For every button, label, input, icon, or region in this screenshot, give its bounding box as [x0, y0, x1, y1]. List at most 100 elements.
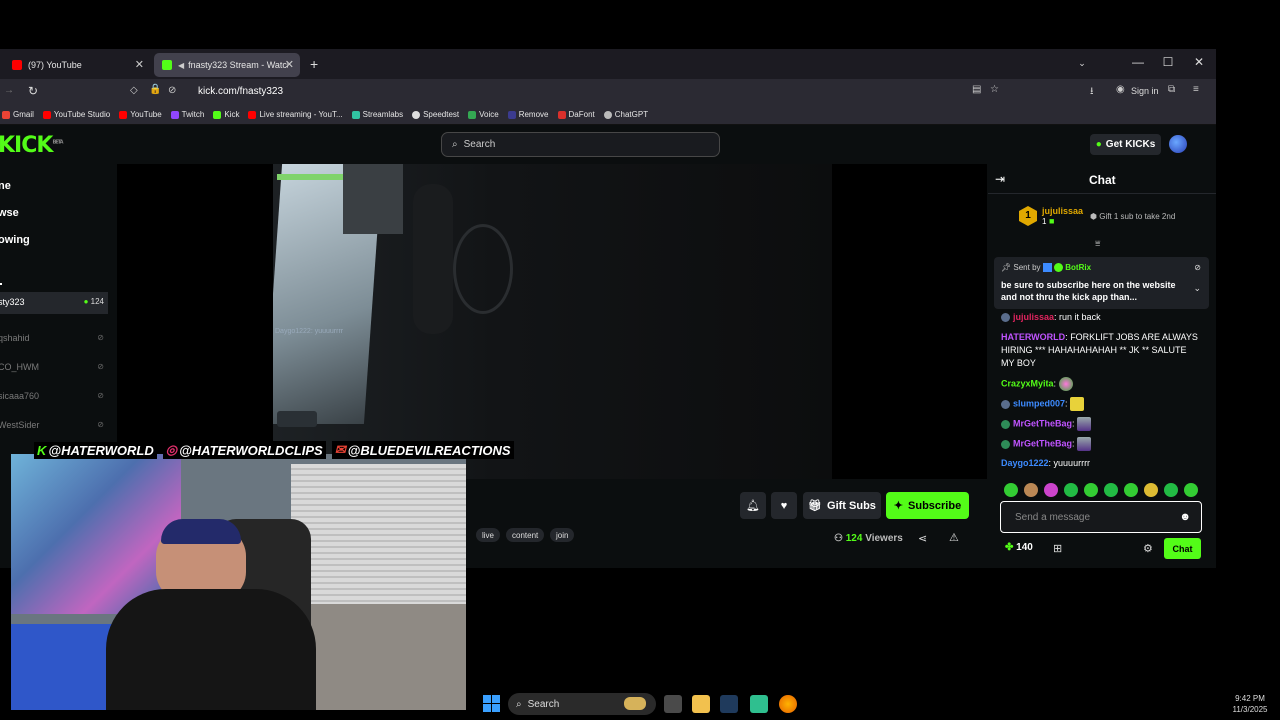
top-gifter[interactable]: jujulissaa 1 ■	[1042, 206, 1083, 226]
mail-icon: ✉	[334, 442, 346, 457]
emote-icon[interactable]	[1004, 483, 1018, 497]
app-icon[interactable]	[750, 695, 768, 713]
maximize-button[interactable]: ☐	[1158, 55, 1178, 69]
bookmark-kick[interactable]: Kick	[213, 110, 239, 119]
list-tabs-icon[interactable]: ⌄	[1072, 58, 1092, 69]
collapse-chat-icon[interactable]: ⇥	[995, 172, 1005, 186]
pinned-text: be sure to subscribe here on the website…	[1001, 280, 1176, 302]
channel-item[interactable]: WestSider ⊘	[0, 420, 108, 430]
settings-gear-icon[interactable]: ⚙	[1143, 542, 1153, 555]
unpin-icon[interactable]: ⊘	[1194, 263, 1201, 272]
forward-icon[interactable]: →	[4, 85, 14, 96]
app-icon[interactable]	[720, 695, 738, 713]
bookmark-live-streaming[interactable]: Live streaming - YouT...	[248, 110, 343, 119]
tag-content[interactable]: content	[506, 528, 545, 542]
follow-button[interactable]: ♥	[771, 492, 797, 519]
bookmark-youtube[interactable]: YouTube	[119, 110, 162, 119]
sub-icon: ■	[1048, 216, 1055, 226]
firefox-icon[interactable]	[779, 695, 797, 713]
download-icon[interactable]: ⭳	[1090, 84, 1094, 101]
tab-fnasty323[interactable]: ◀ fnasty323 Stream - Watch l ✕	[154, 53, 300, 77]
send-chat-button[interactable]: Chat	[1164, 538, 1201, 559]
close-window-button[interactable]: ✕	[1189, 55, 1209, 69]
channel-item-fnasty323[interactable]: sty323 ● 124	[0, 292, 108, 314]
kicks-balance[interactable]: ✤ 140	[1005, 542, 1033, 553]
social-handles-banner: K @HATERWORLD ◎ @HATERWORLDCLIPS ✉ @BLUEDEV…	[34, 439, 514, 461]
video-chat-overlay: Daygo1222: yuuuurrrr	[275, 328, 344, 335]
bookmark-twitch[interactable]: Twitch	[170, 110, 204, 119]
tag-join[interactable]: join	[550, 528, 575, 542]
channel-item[interactable]: sicaaa760 ⊘	[0, 391, 108, 401]
emote-icon	[1058, 377, 1073, 391]
search-input[interactable]: ⌕ Search	[441, 132, 720, 157]
bookmark-voice[interactable]: Voice	[468, 110, 499, 119]
report-icon[interactable]: ⚠	[949, 531, 959, 544]
expand-leaderboard-icon[interactable]: ⩸	[1095, 238, 1100, 249]
chatgpt-icon	[603, 110, 612, 119]
bookmark-youtube-studio[interactable]: YouTube Studio	[42, 110, 110, 119]
store-icon[interactable]: ⊞	[1053, 542, 1062, 555]
emote-icon[interactable]	[1084, 483, 1098, 497]
emote-icon[interactable]	[1104, 483, 1118, 497]
video-player[interactable]: Daygo1222: yuuuurrrr	[273, 164, 832, 479]
bookmark-remove[interactable]: Remove	[507, 110, 549, 119]
emote-icon[interactable]	[1124, 483, 1138, 497]
url-bar[interactable]: kick.com/fnasty323	[198, 86, 283, 97]
bookmark-streamlabs[interactable]: Streamlabs	[351, 110, 403, 119]
reader-view-icon[interactable]: ▤	[972, 84, 981, 95]
emoji-icon[interactable]: ☻	[1179, 511, 1191, 523]
bookmark-speedtest[interactable]: Speedtest	[412, 110, 459, 119]
channel-item[interactable]: qshahid ⊘	[0, 333, 108, 343]
subscribe-button[interactable]: ✦ Subscribe	[886, 492, 969, 519]
file-explorer-icon[interactable]	[692, 695, 710, 713]
emote-icon[interactable]	[1044, 483, 1058, 497]
tab-youtube[interactable]: (97) YouTube ✕	[4, 53, 150, 77]
extensions-icon[interactable]: ⧉	[1168, 84, 1175, 95]
offline-icon: ⊘	[97, 391, 104, 400]
minimize-button[interactable]: —	[1128, 55, 1148, 69]
system-clock[interactable]: 9:42 PM 11/3/2025	[1220, 693, 1280, 715]
gift-prompt[interactable]: ⬢ Gift 1 sub to take 2nd	[1090, 212, 1175, 221]
youtube-studio-icon	[42, 110, 51, 119]
emote-icon[interactable]	[1144, 483, 1158, 497]
gift-subs-button[interactable]: 🎁︎ Gift Subs	[803, 492, 881, 519]
emote-icon[interactable]	[1024, 483, 1038, 497]
youtube-icon	[248, 110, 257, 119]
microphone	[413, 184, 453, 334]
share-icon[interactable]: ⋖	[918, 532, 927, 545]
tag-live[interactable]: live	[476, 528, 501, 542]
menu-icon[interactable]: ≡	[1193, 84, 1199, 95]
chevron-down-icon[interactable]: ⌄	[1193, 283, 1201, 294]
user-avatar[interactable]	[1169, 135, 1187, 153]
sign-in-button[interactable]: Sign in	[1131, 86, 1159, 96]
close-tab-icon[interactable]: ✕	[285, 58, 294, 71]
start-button[interactable]	[483, 695, 500, 712]
nav-following[interactable]: owing	[0, 234, 30, 246]
channel-item[interactable]: CO_HWM ⊘	[0, 362, 108, 372]
bookmark-chatgpt[interactable]: ChatGPT	[603, 110, 648, 119]
lock-icon[interactable]: 🔒	[149, 84, 161, 95]
account-icon[interactable]: ◉	[1116, 84, 1125, 95]
taskbar-search[interactable]: ⌕ Search	[508, 693, 656, 715]
shield-icon[interactable]: ◇	[130, 85, 138, 96]
speaker-icon[interactable]: ◀	[178, 61, 184, 70]
notification-bell-button[interactable]: 🔔︎	[740, 492, 766, 519]
permissions-icon[interactable]: ⊘	[168, 85, 176, 96]
reload-icon[interactable]: ↻	[28, 84, 38, 98]
bookmark-dafont[interactable]: DaFont	[557, 110, 595, 119]
nav-browse[interactable]: wse	[0, 207, 19, 219]
nav-home[interactable]: ne	[0, 180, 11, 192]
task-view-icon[interactable]	[664, 695, 682, 713]
bookmark-star-icon[interactable]: ☆	[990, 84, 999, 95]
get-kicks-button[interactable]: ● Get KICKs	[1090, 134, 1161, 155]
emote-icon[interactable]	[1064, 483, 1078, 497]
pinned-message[interactable]: 📌︎ Sent by BotRix ⊘ be sure to subscribe…	[994, 257, 1209, 309]
emote-icon[interactable]	[1164, 483, 1178, 497]
close-tab-icon[interactable]: ✕	[135, 58, 144, 71]
chat-message-input[interactable]: Send a message ☻	[1000, 501, 1202, 533]
bookmark-gmail[interactable]: Gmail	[2, 110, 34, 119]
kicks-icon: ●	[1095, 139, 1102, 150]
kick-logo[interactable]: KICKBETA	[0, 133, 64, 158]
emote-icon[interactable]	[1184, 483, 1198, 497]
new-tab-button[interactable]: +	[310, 56, 318, 72]
